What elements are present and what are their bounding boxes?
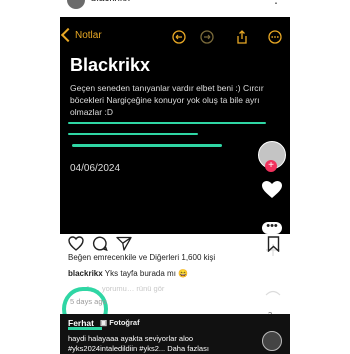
comment-icon[interactable] [92,236,108,251]
more-vertical-icon[interactable]: ⋮ [270,0,282,6]
post-caption: blackrikx Yks tayfa burada mı 😄 [68,269,188,278]
likes-summary[interactable]: Beğen emrecenkile ve Diğerleri 1,600 kiş… [68,253,215,262]
post-time-ago: 5 days ago [70,297,107,306]
header-avatar[interactable] [67,0,85,9]
audio-avatar-icon[interactable] [262,331,282,351]
chevron-left-icon[interactable] [60,27,76,43]
reel-media[interactable]: Notlar Blackrikx Geçen seneden tanıyanla… [60,17,290,234]
header-username[interactable]: blackrikx [91,0,130,4]
more-circle-icon[interactable] [268,30,282,44]
heart-icon[interactable] [68,236,84,251]
reel-like-heart-icon[interactable] [261,180,283,200]
highlight-stroke [68,133,198,135]
note-body: Geçen seneden tanıyanlar vardır elbet be… [70,83,264,117]
highlight-stroke [72,144,222,147]
photo-icon: ▣ [100,318,108,327]
photo-label: Fotoğraf [109,318,140,327]
reel-side-icons-faded [265,244,281,296]
highlight-stroke [68,122,266,124]
caption-username[interactable]: blackrikx [68,269,103,278]
follow-plus-badge[interactable]: + [265,160,277,172]
note-date: 04/06/2024 [70,163,121,174]
bookmark-icon[interactable] [267,236,280,252]
highlight-stroke [68,327,102,330]
share-icon[interactable] [235,30,249,45]
undo-icon[interactable] [172,30,186,44]
note-title: Blackrikx [70,55,151,75]
reel-more-icon[interactable]: ••• [262,221,282,234]
notes-back-label[interactable]: Notlar [75,30,102,41]
caption-text: Yks tayfa burada mı 😄 [104,269,189,278]
next-reel-caption: haydi halayaaa ayakta seviyorlar aloo [68,334,194,343]
photo-tag: ▣ Fotoğraf [100,318,140,327]
send-icon[interactable] [116,236,132,251]
next-reel-tags[interactable]: #yks2024intaledildiin #yks2... Daha fazl… [68,344,209,353]
redo-icon[interactable] [200,30,214,44]
